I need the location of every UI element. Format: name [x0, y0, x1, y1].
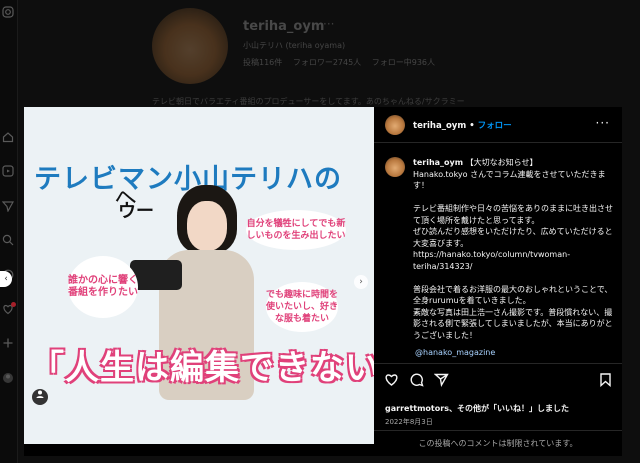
- like-heart-icon[interactable]: [384, 372, 400, 388]
- post-caption: teriha_oym 【大切なお知らせ】 Hanako.tokyo さんでコラム…: [413, 157, 615, 341]
- more-options-icon[interactable]: ···: [596, 116, 610, 130]
- caption-text: 【大切なお知らせ】 Hanako.tokyo さんでコラム連載をさせていただきま…: [413, 158, 613, 340]
- comments-disabled-notice: この投稿へのコメントは制限されています。: [374, 430, 622, 456]
- post-header: teriha_oym • フォロー ···: [374, 107, 622, 143]
- user-tag-icon[interactable]: [32, 389, 48, 405]
- post-image[interactable]: テレビマン小山テリハの へ ウー 誰かの心に響く番組を作りたい 自分を犠牲にして…: [24, 107, 374, 444]
- header-avatar[interactable]: [385, 115, 405, 135]
- bubble-left: 誰かの心に響く番組を作りたい: [68, 256, 138, 318]
- face-shape: [187, 201, 227, 251]
- mention-link[interactable]: @hanako_magazine: [415, 348, 495, 357]
- image-bottom-title: 「人生は編集できない」: [30, 348, 374, 388]
- caption-avatar[interactable]: [385, 157, 405, 177]
- post-side-panel: teriha_oym • フォロー ··· teriha_oym 【大切なお知ら…: [374, 107, 622, 456]
- bubble-right-2: でも趣味に時間を使いたいし、好きな服も着たい: [266, 282, 338, 332]
- header-dot: •: [469, 121, 475, 131]
- save-bookmark-icon[interactable]: [598, 372, 614, 388]
- likes-summary: garrettmotors、その他が「いいね！」しました: [385, 403, 569, 414]
- follow-button[interactable]: フォロー: [478, 121, 512, 131]
- header-username[interactable]: teriha_oym: [413, 121, 466, 131]
- bubble-right-1: 自分を犠牲にしてでも新しいものを生み出したい: [246, 210, 346, 250]
- post-date[interactable]: 2022年8月3日: [385, 417, 433, 427]
- image-bottom-bar: [24, 444, 374, 456]
- comment-icon[interactable]: [409, 372, 425, 388]
- header-username-line: teriha_oym • フォロー: [413, 119, 512, 131]
- likes-user[interactable]: garrettmotors: [385, 404, 449, 413]
- share-icon[interactable]: [433, 372, 450, 388]
- next-image-button[interactable]: ›: [354, 275, 368, 289]
- caption-username[interactable]: teriha_oym: [413, 158, 463, 167]
- likes-rest[interactable]: 、その他が「いいね！」しました: [449, 404, 569, 413]
